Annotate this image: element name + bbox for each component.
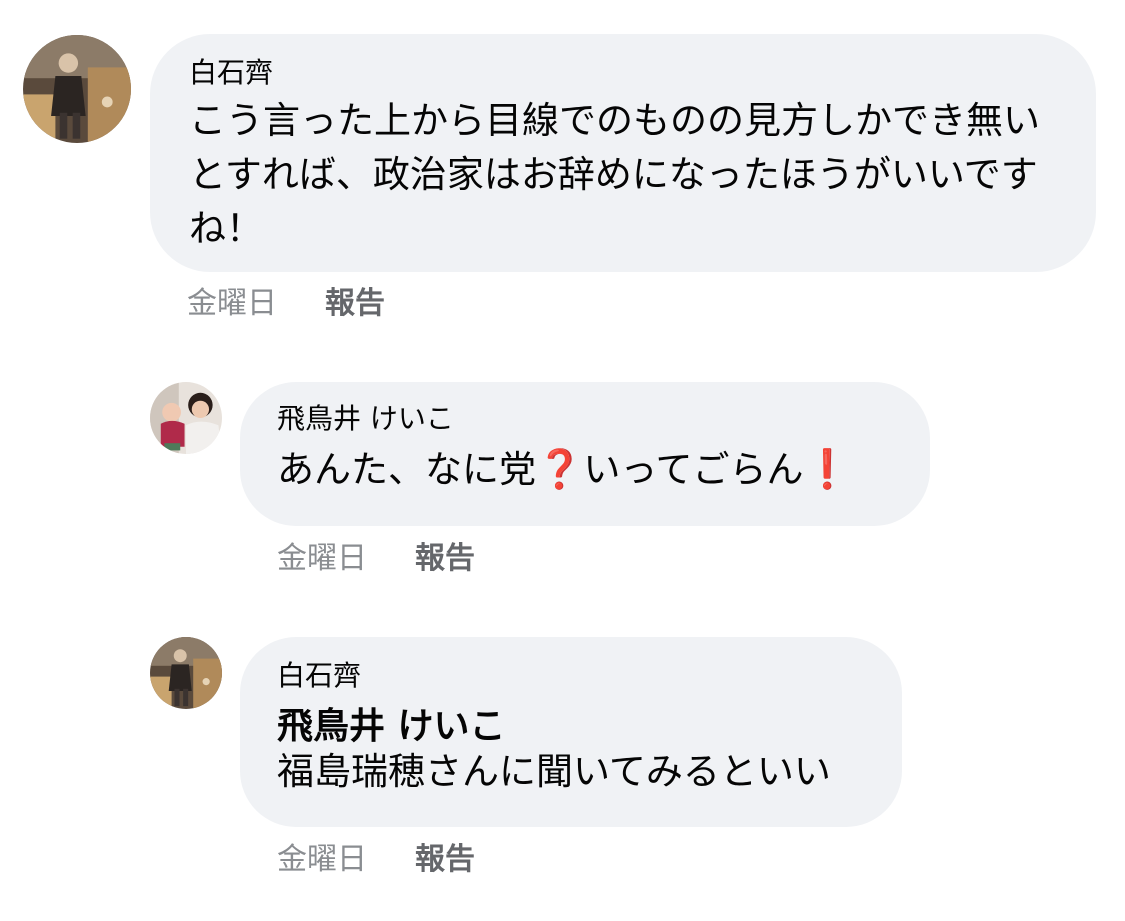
avatar[interactable]	[150, 382, 222, 454]
comment-meta: 金曜日 報告	[277, 842, 475, 878]
exclamation-mark-emoji-icon: ❗	[803, 447, 851, 491]
comment-text: 福島瑞穂さんに聞いてみるといい	[277, 750, 831, 793]
comment-text-part: いってごらん	[583, 448, 804, 491]
comment-bubble: 飛鳥井 けいこ あんた、なに党❓いってごらん❗	[240, 382, 930, 526]
avatar[interactable]	[150, 637, 222, 709]
comment-meta: 金曜日 報告	[277, 541, 475, 577]
avatar[interactable]	[23, 35, 131, 143]
elderly-man-photo-icon	[150, 637, 222, 709]
comment-text-part: あんた、なに党	[277, 448, 536, 491]
comment-author[interactable]: 飛鳥井 けいこ	[277, 402, 900, 436]
comment-meta: 金曜日 報告	[187, 286, 385, 322]
comment-timestamp[interactable]: 金曜日	[187, 286, 277, 322]
woman-with-child-photo-icon	[150, 382, 222, 454]
comment-timestamp[interactable]: 金曜日	[277, 541, 367, 577]
comment-bubble: 白石齊 飛鳥井 けいこ 福島瑞穂さんに聞いてみるといい	[240, 637, 902, 827]
comment-text: こう言った上から目線でのものの見方しかでき無いとすれば、政治家はお辞めになったほ…	[189, 99, 1040, 250]
mention-link[interactable]: 飛鳥井 けいこ	[277, 705, 872, 749]
elderly-man-photo-icon	[23, 35, 131, 143]
question-mark-emoji-icon: ❓	[536, 447, 584, 491]
comment-text: あんた、なに党❓いってごらん❗	[277, 442, 900, 497]
report-button[interactable]: 報告	[415, 842, 475, 878]
comment-author[interactable]: 白石齊	[277, 659, 872, 693]
report-button[interactable]: 報告	[415, 541, 475, 577]
comment-timestamp[interactable]: 金曜日	[277, 842, 367, 878]
report-button[interactable]: 報告	[325, 286, 385, 322]
comment-author[interactable]: 白石齊	[189, 56, 1066, 90]
comment-bubble: 白石齊 こう言った上から目線でのものの見方しかでき無いとすれば、政治家はお辞めに…	[150, 34, 1096, 272]
